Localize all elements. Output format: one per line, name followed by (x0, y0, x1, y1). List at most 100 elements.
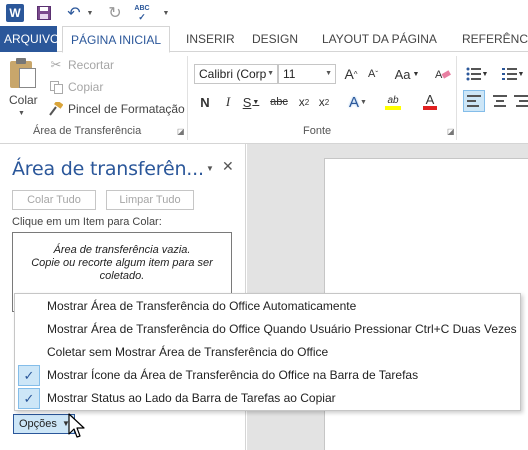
pane-title: Área de transferên... (12, 158, 204, 180)
tab-home[interactable]: PÁGINA INICIAL (62, 26, 171, 53)
underline-button[interactable]: S ▼ (240, 92, 262, 112)
strikethrough-button[interactable]: abc (268, 92, 290, 112)
menu-item-show-on-ctrl-c[interactable]: Mostrar Área de Transferência do Office … (15, 318, 520, 341)
change-case-button[interactable]: Aa ▼ (392, 64, 422, 84)
save-icon[interactable] (36, 3, 52, 23)
numbering-icon (501, 68, 517, 80)
check-icon (18, 296, 40, 317)
mouse-cursor-icon (68, 413, 85, 438)
underline-label: S (242, 94, 252, 110)
bold-button[interactable]: N (197, 92, 213, 112)
copy-icon (48, 79, 64, 95)
grow-font-icon: A (344, 66, 354, 82)
italic-button[interactable]: I (220, 92, 236, 112)
customize-qat-icon[interactable]: ▼ (160, 3, 172, 23)
check-icon: ✓ (18, 388, 40, 409)
undo-dropdown-icon[interactable]: ▼ (86, 3, 94, 23)
quick-access-toolbar: W ↶ ▼ ↻ ABC ✓ ▼ (0, 0, 528, 26)
pane-instruction: Clique em um Item para Colar: (12, 216, 162, 228)
align-center-button[interactable] (489, 90, 511, 112)
menu-item-label: Mostrar Status ao Lado da Barra de Taref… (47, 391, 336, 405)
superscript-button[interactable]: x2 (316, 92, 332, 112)
font-color-button[interactable]: A (416, 92, 444, 112)
menu-item-label: Mostrar Área de Transferência do Office … (47, 322, 517, 336)
menu-item-show-automatically[interactable]: Mostrar Área de Transferência do Office … (15, 295, 520, 318)
bullets-button[interactable]: ▼ (464, 64, 490, 84)
clear-formatting-button[interactable]: A (434, 64, 452, 84)
paste-all-button[interactable]: Colar Tudo (12, 190, 96, 210)
text-effects-button[interactable]: A ▼ (346, 92, 370, 112)
cut-label: Recortar (68, 58, 115, 72)
numbering-button[interactable]: ▼ (500, 64, 526, 84)
tab-page-layout[interactable]: LAYOUT DA PÁGINA (314, 26, 445, 52)
format-painter-label: Pincel de Formatação (68, 102, 185, 116)
change-case-icon: Aa (394, 66, 411, 82)
clipboard-group-label: Área de Transferência (33, 125, 142, 137)
font-name-value: Calibri (Corp (199, 67, 267, 81)
empty-message-line: coletado. (99, 270, 145, 282)
ribbon-tabs: ARQUIVO PÁGINA INICIAL INSERIR DESIGN LA… (0, 26, 528, 53)
clear-all-button[interactable]: Limpar Tudo (106, 190, 194, 210)
grow-font-button[interactable]: A ^ (342, 64, 360, 84)
highlight-button[interactable]: ab (378, 92, 408, 112)
options-menu: Mostrar Área de Transferência do Office … (14, 293, 521, 411)
empty-message-line: Copie ou recorte algum item para ser (31, 257, 213, 269)
word-logo-icon[interactable]: W (6, 4, 24, 22)
align-right-button[interactable] (514, 90, 528, 112)
menu-item-show-taskbar-icon[interactable]: ✓ Mostrar Ícone da Área de Transferência… (15, 364, 520, 387)
close-icon[interactable]: ✕ (222, 158, 234, 175)
paste-label: Colar (9, 93, 38, 107)
font-launcher-icon[interactable]: ◪ (447, 128, 455, 136)
check-icon (18, 342, 40, 363)
subscript-index: 2 (304, 97, 310, 107)
empty-message-line: Área de transferência vazia. (53, 244, 191, 256)
empty-message: Área de transferência vazia. Copie ou re… (13, 244, 231, 283)
cut-button[interactable]: ✂ Recortar (48, 55, 114, 75)
options-button[interactable]: Opções ▼ (13, 414, 75, 434)
menu-item-label: Mostrar Área de Transferência do Office … (47, 299, 357, 313)
pane-options-dropdown-icon[interactable]: ▼ (206, 164, 214, 173)
tab-references[interactable]: REFERÊNCIA (454, 26, 528, 52)
font-group-label: Fonte (303, 125, 332, 137)
check-icon: ✓ (18, 365, 40, 386)
menu-item-label: Coletar sem Mostrar Área de Transferênci… (47, 345, 329, 359)
format-painter-icon (48, 101, 64, 117)
paste-dropdown-icon[interactable]: ▼ (18, 110, 25, 117)
undo-icon[interactable]: ↶ (64, 3, 84, 23)
align-left-button[interactable] (463, 90, 485, 112)
align-center-icon (493, 95, 507, 107)
highlight-icon: ab (387, 94, 399, 106)
copy-button[interactable]: Copiar (48, 77, 103, 97)
redo-icon[interactable]: ↻ (106, 3, 124, 23)
tab-file[interactable]: ARQUIVO (0, 26, 59, 52)
align-left-icon (467, 95, 481, 107)
group-divider (456, 56, 457, 140)
chevron-down-icon: ▼ (267, 70, 274, 77)
shrink-font-button[interactable]: Aˇ (364, 64, 382, 84)
paste-icon (10, 58, 36, 88)
menu-item-collect-without-showing[interactable]: Coletar sem Mostrar Área de Transferênci… (15, 341, 520, 364)
font-size-value: 11 (283, 67, 296, 81)
menu-item-show-status-near-taskbar[interactable]: ✓ Mostrar Status ao Lado da Barra de Tar… (15, 387, 520, 410)
subscript-button[interactable]: x2 (296, 92, 312, 112)
font-color-icon: A (425, 92, 435, 107)
tab-design[interactable]: DESIGN (244, 26, 306, 52)
superscript-index: 2 (324, 97, 330, 107)
ribbon: Colar ▼ ✂ Recortar Copiar Pincel de Form… (0, 52, 528, 144)
spelling-grammar-icon[interactable]: ABC ✓ (132, 3, 152, 23)
bullets-icon (466, 67, 481, 81)
svg-text:A: A (435, 69, 443, 81)
text-effects-icon: A (349, 93, 360, 111)
font-name-box[interactable]: Calibri (Corp ▼ (194, 64, 278, 84)
clipboard-launcher-icon[interactable]: ◪ (177, 128, 185, 136)
font-size-box[interactable]: 11 ▼ (278, 64, 336, 84)
menu-item-label: Mostrar Ícone da Área de Transferência d… (47, 368, 419, 382)
shrink-font-icon: A (367, 68, 376, 80)
chevron-down-icon: ▼ (325, 70, 332, 77)
options-label: Opções (19, 418, 57, 430)
format-painter-button[interactable]: Pincel de Formatação (48, 99, 185, 119)
group-divider (187, 56, 188, 140)
tab-insert[interactable]: INSERIR (178, 26, 243, 52)
eraser-icon: A (435, 69, 451, 81)
check-icon (18, 319, 40, 340)
